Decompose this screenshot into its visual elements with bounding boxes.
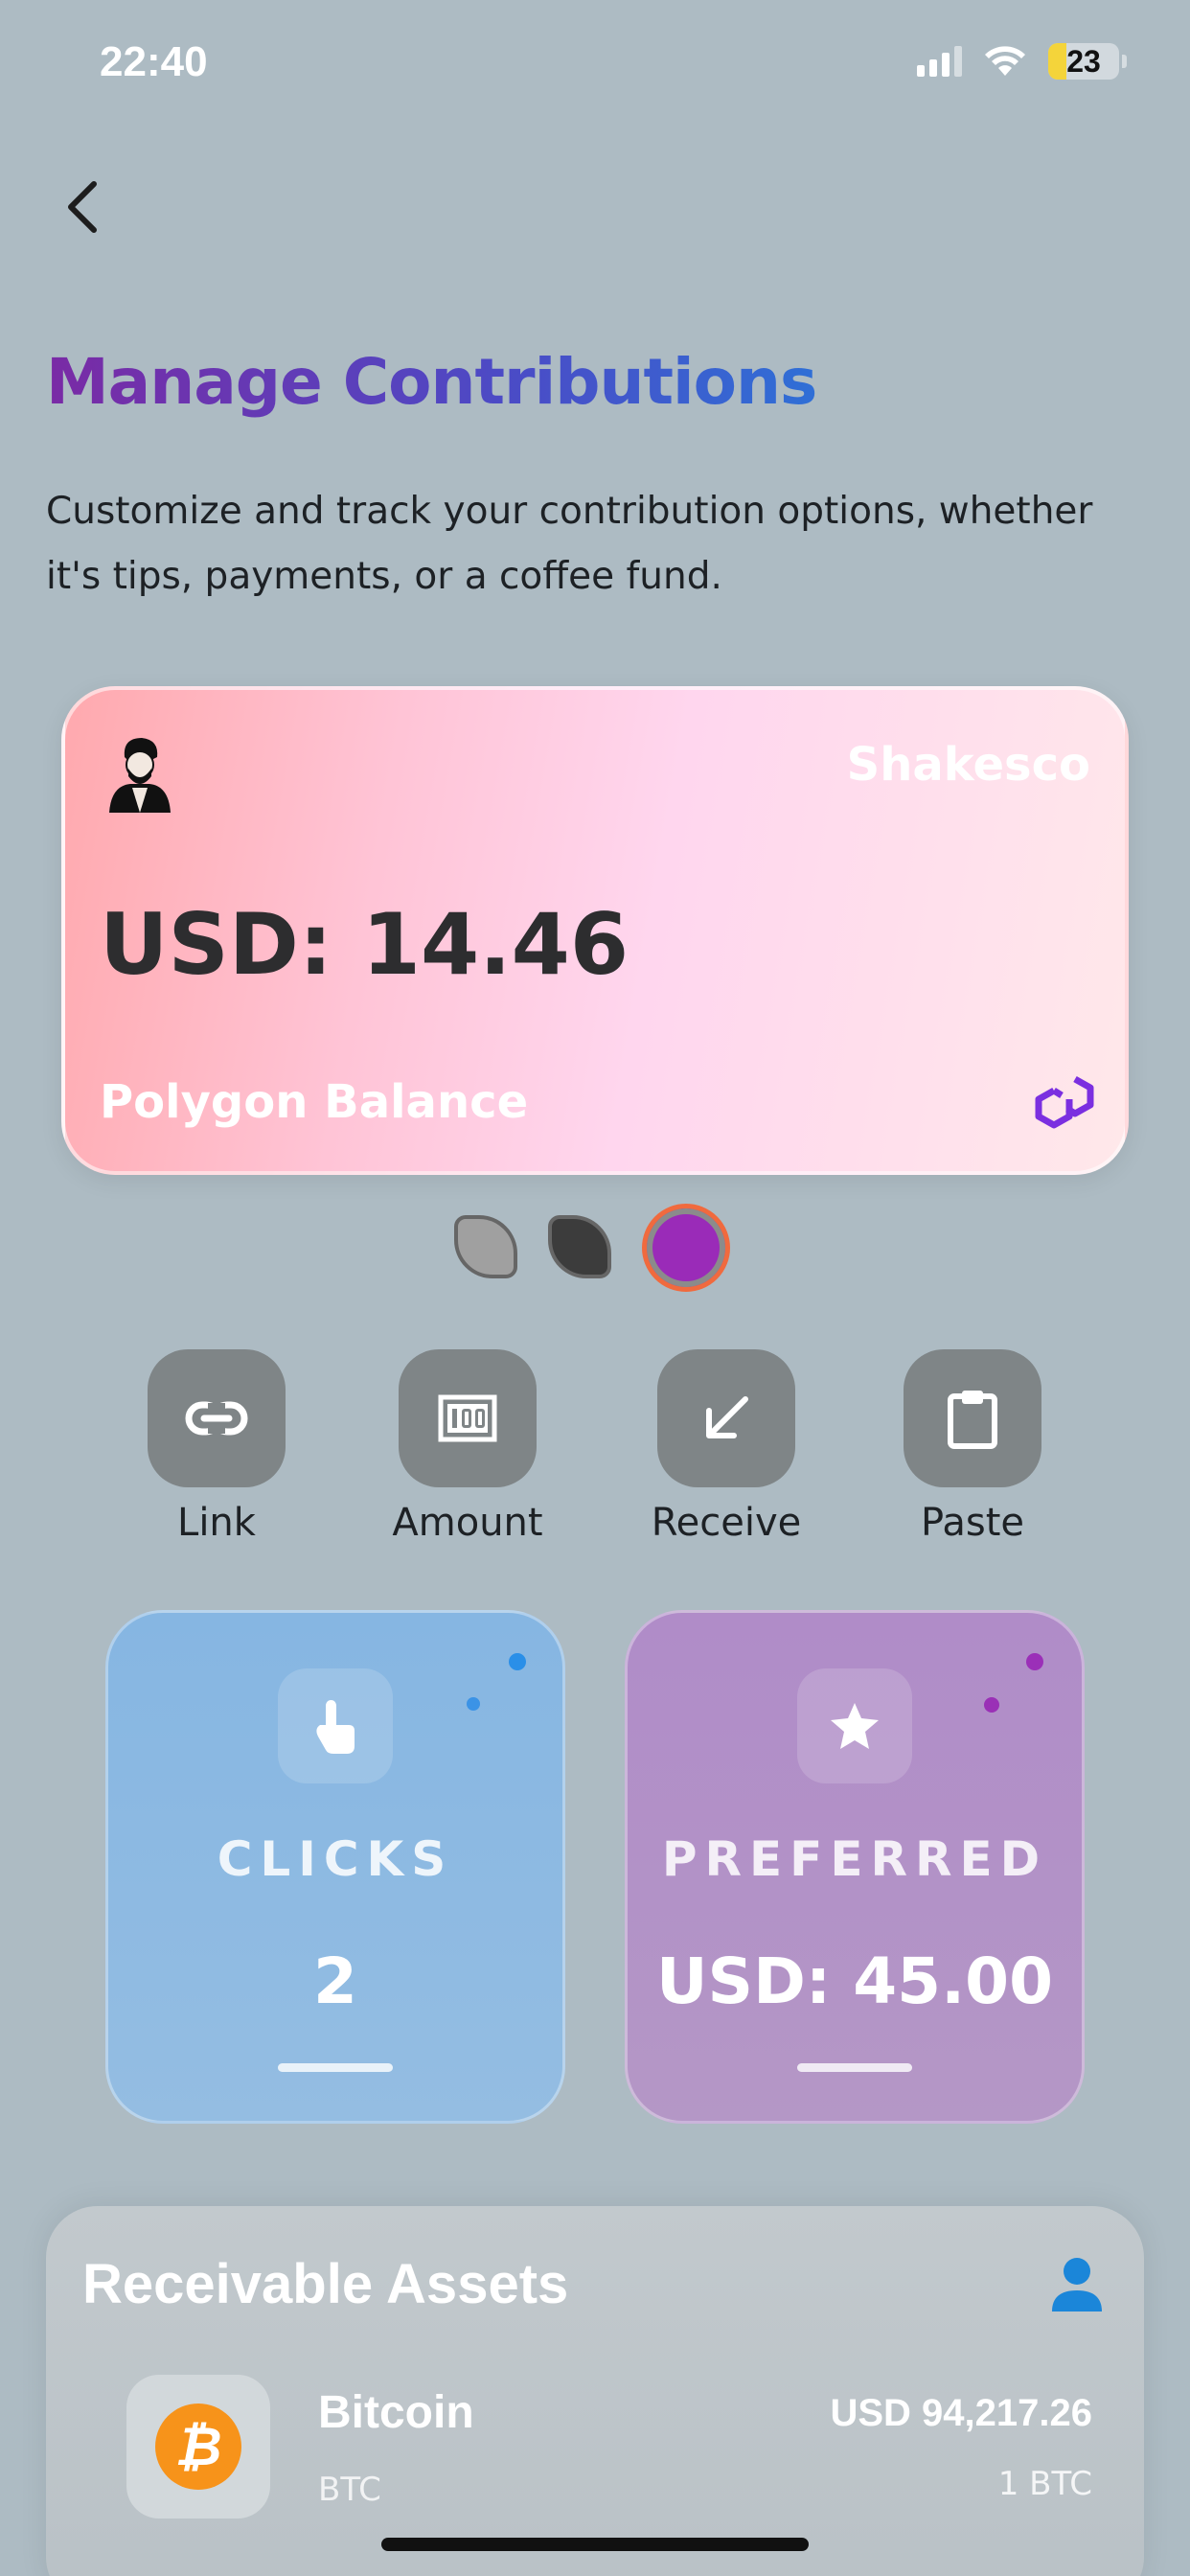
theme-option-dark[interactable]: [548, 1215, 611, 1278]
asset-quantity: 1 BTC: [997, 2465, 1092, 2503]
clicks-stat-card[interactable]: CLICKS 2: [105, 1610, 565, 2124]
page-title: Manage Contributions: [46, 345, 817, 419]
back-chevron-icon[interactable]: [57, 178, 105, 236]
home-indicator[interactable]: [381, 2538, 809, 2551]
link-button[interactable]: [148, 1349, 286, 1487]
amount-button[interactable]: [399, 1349, 537, 1487]
balance-card[interactable]: Shakesco USD: 14.46 Polygon Balance: [61, 686, 1129, 1175]
status-indicators: 23: [917, 42, 1127, 80]
battery-level: 23: [1066, 43, 1101, 79]
action-link[interactable]: Link: [111, 1349, 322, 1545]
card-balance-amount: USD: 14.46: [100, 895, 629, 994]
action-label: Paste: [921, 1501, 1024, 1545]
cellular-signal-icon: [917, 46, 962, 77]
battery-icon: 23: [1048, 43, 1119, 80]
person-icon[interactable]: [1050, 2256, 1104, 2313]
status-time: 22:40: [100, 38, 208, 85]
bitcoin-icon: ₿: [155, 2404, 241, 2490]
asset-row-bitcoin[interactable]: ₿ Bitcoin BTC USD 94,217.26 1 BTC: [126, 2375, 1113, 2518]
polygon-logo-icon: [1035, 1075, 1094, 1129]
assets-title: Receivable Assets: [82, 2253, 569, 2315]
card-balance-label: Polygon Balance: [100, 1075, 529, 1129]
paste-icon: [948, 1391, 997, 1449]
preferred-icon-box: [797, 1668, 912, 1783]
receivable-assets-panel: Receivable Assets ₿ Bitcoin BTC USD 94,2…: [46, 2206, 1144, 2576]
asset-usd-value: USD 94,217.26: [830, 2392, 1092, 2434]
action-label: Link: [177, 1501, 256, 1545]
tap-icon: [316, 1700, 355, 1754]
receive-button[interactable]: [657, 1349, 795, 1487]
amount-icon: [438, 1394, 497, 1442]
asset-icon-box: ₿: [126, 2375, 270, 2518]
page-description: Customize and track your contribution op…: [46, 490, 1093, 598]
clicks-bar: [278, 2063, 393, 2072]
star-icon: [831, 1703, 879, 1749]
preferred-bar: [797, 2063, 912, 2072]
avatar: [109, 738, 171, 813]
preferred-value: USD: 45.00: [655, 1944, 1054, 2018]
action-label: Receive: [651, 1501, 802, 1545]
wifi-icon: [985, 46, 1025, 76]
theme-option-purple[interactable]: [642, 1204, 730, 1292]
preferred-caption: PREFERRED: [661, 1831, 1048, 1887]
link-icon: [185, 1401, 248, 1436]
receive-icon: [706, 1396, 748, 1438]
card-owner-name: Shakesco: [846, 738, 1090, 792]
card-theme-selector: [0, 1200, 1190, 1296]
clicks-icon-box: [278, 1668, 393, 1783]
theme-option-grey[interactable]: [454, 1215, 517, 1278]
paste-button[interactable]: [904, 1349, 1041, 1487]
asset-symbol: BTC: [318, 2471, 381, 2509]
action-paste[interactable]: Paste: [867, 1349, 1078, 1545]
action-label: Amount: [392, 1501, 543, 1545]
clicks-caption: CLICKS: [217, 1831, 454, 1887]
clicks-value: 2: [313, 1944, 357, 2018]
action-amount[interactable]: Amount: [362, 1349, 573, 1545]
preferred-stat-card[interactable]: PREFERRED USD: 45.00: [625, 1610, 1085, 2124]
action-receive[interactable]: Receive: [621, 1349, 832, 1545]
asset-name: Bitcoin: [318, 2387, 474, 2438]
